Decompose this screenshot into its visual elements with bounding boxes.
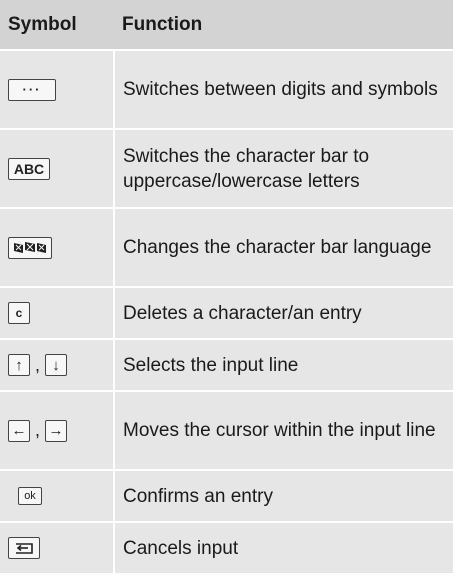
flags-key-icon [8, 236, 52, 259]
function-cell: Selects the input line [114, 339, 453, 392]
back-key-icon [8, 537, 40, 559]
symbol-cell: ok [0, 470, 115, 523]
function-cell: Switches the character bar to uppercase/… [114, 129, 453, 209]
arrow-left-key-icon: ← [8, 419, 30, 442]
symbol-cell [0, 522, 115, 575]
symbol-cell: c [0, 287, 115, 340]
table-header-row: Symbol Function [0, 0, 453, 51]
table-row: ··· Switches between digits and symbols [0, 50, 453, 130]
table-row: c Deletes a character/an entry [0, 287, 453, 340]
function-cell: Confirms an entry [114, 470, 453, 523]
dots-key-icon: ··· [8, 78, 56, 101]
table-row: Changes the character bar language [0, 208, 453, 288]
arrow-up-key-icon: ↑ [8, 354, 30, 376]
table-row: ←, → Moves the cursor within the input li… [0, 391, 453, 471]
function-cell: Deletes a character/an entry [114, 287, 453, 340]
arrow-down-key-icon: ↓ [45, 354, 68, 376]
table-row: ok Confirms an entry [0, 470, 453, 523]
symbol-cell: ↑, ↓ [0, 339, 115, 392]
ok-key-icon: ok [18, 486, 42, 505]
function-cell: Changes the character bar language [114, 208, 453, 288]
function-cell: Moves the cursor within the input line [114, 391, 453, 471]
separator: , [35, 420, 41, 440]
table-row: ↑, ↓ Selects the input line [0, 339, 453, 392]
arrow-right-key-icon: → [45, 419, 68, 442]
function-cell: Switches between digits and symbols [114, 50, 453, 130]
symbol-cell: ABC [0, 129, 115, 209]
separator: , [35, 354, 41, 375]
table-row: ABC Switches the character bar to upperc… [0, 129, 453, 209]
table-row: Cancels input [0, 522, 453, 575]
symbol-cell: ··· [0, 50, 115, 130]
symbol-cell [0, 208, 115, 288]
function-cell: Cancels input [114, 522, 453, 575]
function-column-header: Function [114, 0, 453, 51]
abc-key-icon: ABC [8, 157, 50, 180]
symbol-column-header: Symbol [0, 0, 114, 51]
c-key-icon: c [8, 302, 30, 324]
symbol-function-table: Symbol Function ··· Switches between dig… [0, 0, 453, 575]
symbol-cell: ←, → [0, 391, 115, 471]
